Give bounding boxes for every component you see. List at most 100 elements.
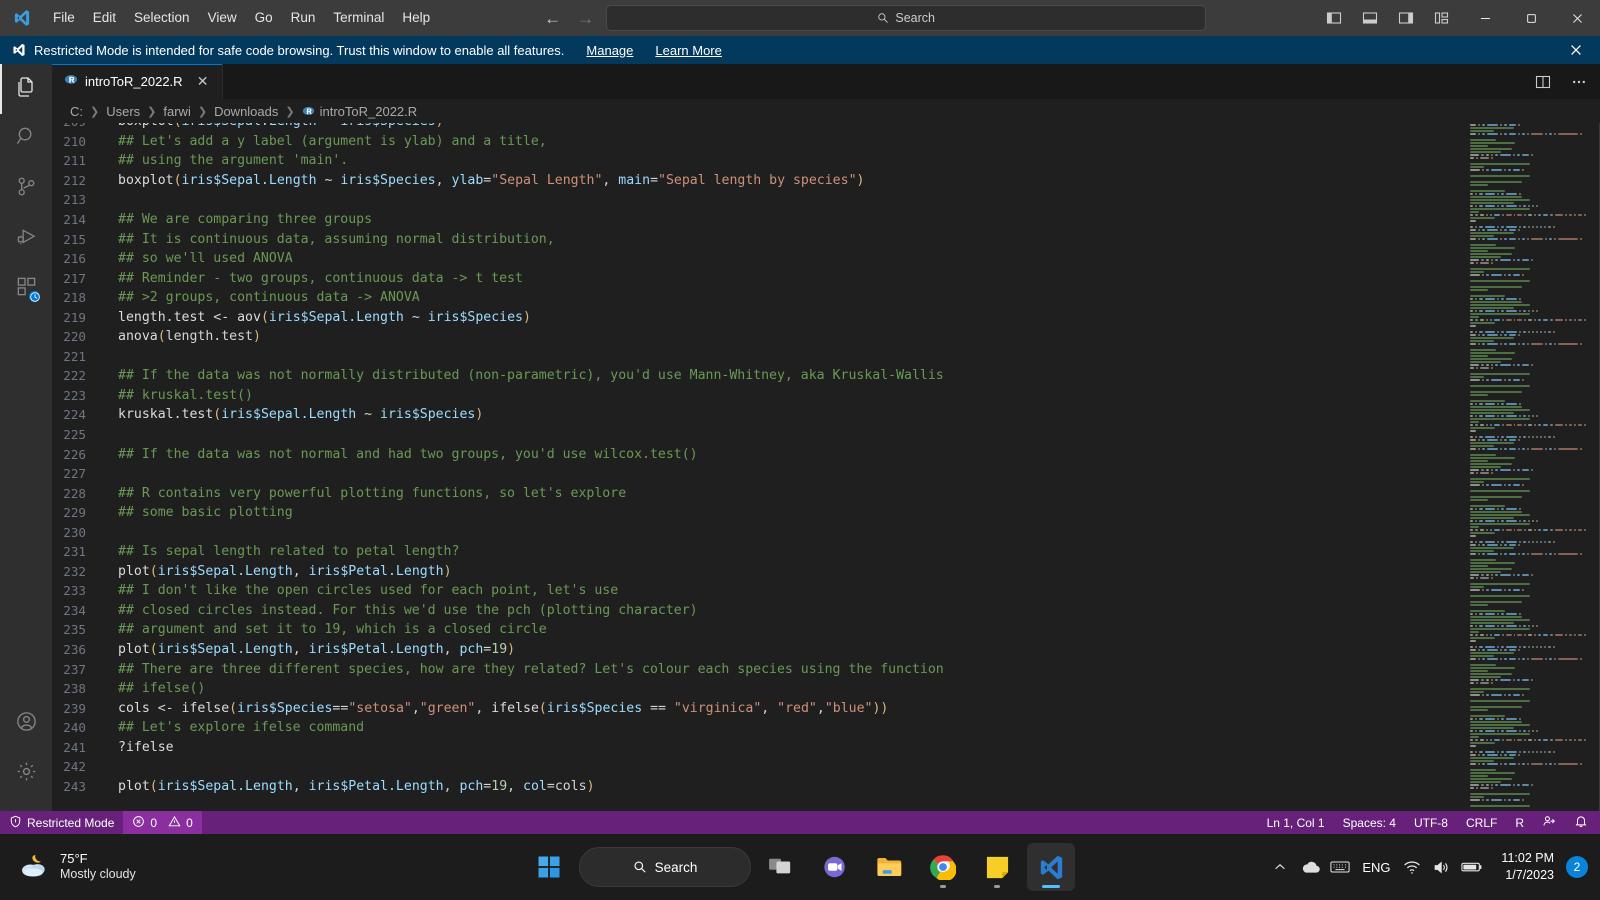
status-indentation[interactable]: Spaces: 4 (1334, 811, 1405, 834)
activity-item-source-control[interactable] (0, 164, 52, 214)
status-notifications[interactable] (1565, 811, 1600, 834)
wifi-icon[interactable] (1397, 847, 1427, 887)
status-eol[interactable]: CRLF (1457, 811, 1506, 834)
minimap-token (1508, 798, 1512, 801)
task-view-button[interactable] (757, 843, 805, 891)
breadcrumb-item-3[interactable]: Downloads (214, 104, 278, 119)
minimap[interactable] (1466, 123, 1586, 811)
minimap-token (1548, 657, 1552, 660)
taskbar-search-box[interactable]: Search (579, 847, 751, 887)
banner-manage-link[interactable]: Manage (586, 43, 633, 58)
language-indicator[interactable]: ENG (1355, 847, 1397, 887)
taskbar-clock[interactable]: 11:02 PM 1/7/2023 (1501, 850, 1554, 884)
banner-close-icon[interactable] (1562, 36, 1590, 64)
status-live-share[interactable] (1533, 811, 1565, 834)
activity-item-run-debug[interactable] (0, 214, 52, 264)
close-window-button[interactable] (1554, 0, 1600, 36)
customize-layout-icon[interactable] (1426, 4, 1458, 32)
file-explorer-button[interactable] (865, 843, 913, 891)
activity-item-extensions[interactable] (0, 264, 52, 314)
sticky-notes-button[interactable] (973, 843, 1021, 891)
keyboard-layout-icon[interactable] (1325, 847, 1355, 887)
menu-go[interactable]: Go (246, 6, 282, 30)
toggle-secondary-sidebar-icon[interactable] (1390, 4, 1422, 32)
activity-item-explorer[interactable] (0, 64, 52, 114)
menu-view[interactable]: View (199, 6, 246, 30)
menu-file[interactable]: File (44, 6, 84, 30)
minimap-token (1535, 519, 1538, 522)
minimap-token (1470, 633, 1473, 636)
maximize-button[interactable] (1508, 0, 1554, 36)
minimap-token (1470, 762, 1476, 765)
show-hidden-icons-chevron-icon[interactable] (1265, 847, 1295, 887)
banner-learn-more-link[interactable]: Learn More (655, 43, 721, 58)
minimap-token (1470, 339, 1494, 342)
breadcrumb-item-2[interactable]: farwi (163, 104, 190, 119)
code-token: "blue" (824, 700, 873, 716)
minimap-token (1470, 453, 1497, 456)
menu-edit[interactable]: Edit (84, 6, 125, 30)
minimap-token (1487, 342, 1498, 345)
status-restricted-mode[interactable]: Restricted Mode (0, 811, 124, 834)
minimap-token (1544, 645, 1547, 648)
tab-close-icon[interactable]: ✕ (194, 73, 212, 90)
minimap-token (1470, 189, 1506, 192)
minimap-token (1470, 612, 1474, 615)
code-line: 225 (52, 425, 1452, 445)
minimap-token (1470, 783, 1480, 786)
minimap-token (1565, 423, 1567, 426)
forward-arrow-icon[interactable]: → (577, 10, 594, 27)
toggle-panel-icon[interactable] (1354, 4, 1386, 32)
minimap-token (1484, 624, 1496, 627)
minimap-token (1517, 783, 1521, 786)
notification-count-badge[interactable]: 2 (1566, 856, 1588, 878)
breadcrumb-item-0[interactable]: C: (70, 104, 83, 119)
teams-button[interactable] (811, 843, 859, 891)
menu-help[interactable]: Help (393, 6, 439, 30)
minimap-token (1530, 573, 1533, 576)
start-button[interactable] (525, 843, 573, 891)
status-problems[interactable]: 0 0 (123, 811, 202, 834)
minimap-token (1470, 603, 1489, 606)
breadcrumb-item-1[interactable]: Users (106, 104, 140, 119)
minimap-token (1527, 750, 1530, 753)
code-line: 227 (52, 464, 1452, 484)
minimap-token (1470, 180, 1523, 183)
minimap-token (1474, 318, 1478, 321)
tab-introToR_2022-R[interactable]: introToR_2022.R ✕ (52, 64, 223, 99)
activity-item-settings[interactable] (0, 749, 52, 799)
code-editor[interactable]: 209boxplot(iris$Sepal.Length ~ iris$Spec… (52, 123, 1600, 811)
battery-icon[interactable] (1457, 847, 1487, 887)
status-language-mode[interactable]: R (1506, 811, 1533, 834)
minimap-token (1470, 753, 1476, 756)
menu-terminal[interactable]: Terminal (324, 6, 393, 30)
menu-selection[interactable]: Selection (125, 6, 199, 30)
split-editor-icon[interactable] (1530, 69, 1556, 95)
toggle-primary-sidebar-icon[interactable] (1318, 4, 1350, 32)
minimap-token (1574, 423, 1577, 426)
minimap-token (1485, 423, 1488, 426)
chrome-button[interactable] (919, 843, 967, 891)
back-arrow-icon[interactable]: ← (544, 10, 561, 27)
breadcrumb-item-4[interactable]: introToR_2022.R (302, 104, 417, 119)
vscode-taskbar-button[interactable] (1027, 843, 1075, 891)
minimize-button[interactable] (1462, 0, 1508, 36)
status-cursor-position[interactable]: Ln 1, Col 1 (1258, 811, 1334, 834)
onedrive-icon[interactable] (1295, 847, 1325, 887)
chevron-right-icon: ❯ (90, 105, 100, 118)
status-encoding[interactable]: UTF-8 (1405, 811, 1457, 834)
minimap-token (1506, 729, 1518, 732)
activity-item-search[interactable] (0, 114, 52, 164)
minimap-token (1548, 645, 1552, 648)
minimap-token (1470, 483, 1480, 486)
activity-item-accounts[interactable] (0, 699, 52, 749)
minimap-token (1470, 435, 1474, 438)
taskbar-weather-widget[interactable]: 75°F Mostly cloudy (18, 851, 136, 884)
more-actions-icon[interactable] (1566, 69, 1592, 95)
menu-run[interactable]: Run (282, 6, 325, 30)
volume-icon[interactable] (1427, 847, 1457, 887)
editor-vertical-scrollbar[interactable] (1586, 123, 1600, 811)
command-center-search[interactable]: Search (606, 5, 1207, 31)
minimap-token (1553, 750, 1556, 753)
minimap-token (1470, 732, 1530, 735)
